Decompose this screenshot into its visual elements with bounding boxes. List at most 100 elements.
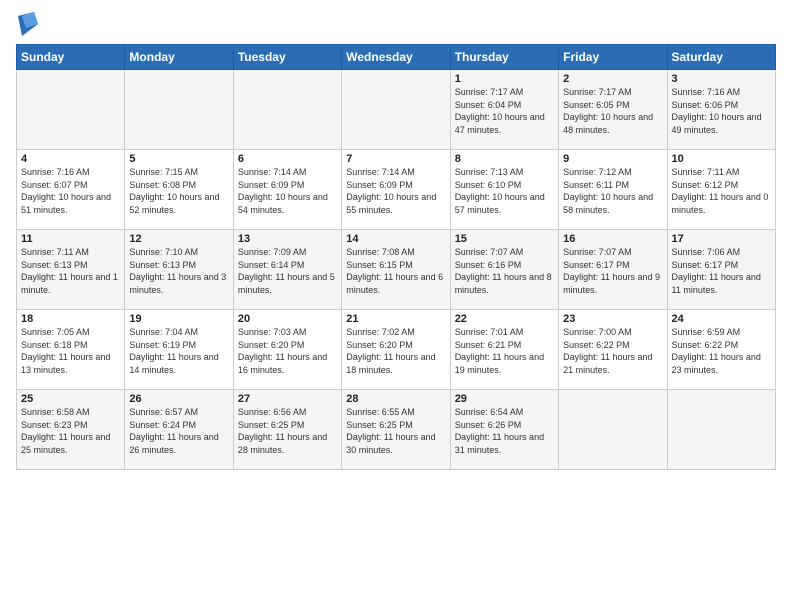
calendar-cell: 6Sunrise: 7:14 AM Sunset: 6:09 PM Daylig… [233, 150, 341, 230]
day-info: Sunrise: 7:16 AM Sunset: 6:07 PM Dayligh… [21, 166, 120, 216]
calendar-cell: 3Sunrise: 7:16 AM Sunset: 6:06 PM Daylig… [667, 70, 775, 150]
calendar-cell [17, 70, 125, 150]
day-number: 12 [129, 233, 228, 245]
day-number: 3 [672, 73, 771, 85]
day-number: 13 [238, 233, 337, 245]
calendar-cell: 11Sunrise: 7:11 AM Sunset: 6:13 PM Dayli… [17, 230, 125, 310]
calendar-cell: 8Sunrise: 7:13 AM Sunset: 6:10 PM Daylig… [450, 150, 558, 230]
week-row-3: 18Sunrise: 7:05 AM Sunset: 6:18 PM Dayli… [17, 310, 776, 390]
day-info: Sunrise: 7:02 AM Sunset: 6:20 PM Dayligh… [346, 326, 445, 376]
page: SundayMondayTuesdayWednesdayThursdayFrid… [0, 0, 792, 478]
calendar-cell: 12Sunrise: 7:10 AM Sunset: 6:13 PM Dayli… [125, 230, 233, 310]
calendar-cell: 5Sunrise: 7:15 AM Sunset: 6:08 PM Daylig… [125, 150, 233, 230]
day-info: Sunrise: 7:16 AM Sunset: 6:06 PM Dayligh… [672, 86, 771, 136]
header-thursday: Thursday [450, 45, 558, 70]
calendar-cell: 24Sunrise: 6:59 AM Sunset: 6:22 PM Dayli… [667, 310, 775, 390]
week-row-0: 1Sunrise: 7:17 AM Sunset: 6:04 PM Daylig… [17, 70, 776, 150]
calendar-cell: 21Sunrise: 7:02 AM Sunset: 6:20 PM Dayli… [342, 310, 450, 390]
day-info: Sunrise: 7:15 AM Sunset: 6:08 PM Dayligh… [129, 166, 228, 216]
day-info: Sunrise: 6:54 AM Sunset: 6:26 PM Dayligh… [455, 406, 554, 456]
day-info: Sunrise: 7:14 AM Sunset: 6:09 PM Dayligh… [346, 166, 445, 216]
calendar-cell: 13Sunrise: 7:09 AM Sunset: 6:14 PM Dayli… [233, 230, 341, 310]
day-info: Sunrise: 7:07 AM Sunset: 6:17 PM Dayligh… [563, 246, 662, 296]
day-number: 18 [21, 313, 120, 325]
calendar-cell: 27Sunrise: 6:56 AM Sunset: 6:25 PM Dayli… [233, 390, 341, 470]
calendar-cell [667, 390, 775, 470]
calendar-cell: 14Sunrise: 7:08 AM Sunset: 6:15 PM Dayli… [342, 230, 450, 310]
header [16, 12, 776, 36]
calendar-table: SundayMondayTuesdayWednesdayThursdayFrid… [16, 44, 776, 470]
header-sunday: Sunday [17, 45, 125, 70]
header-friday: Friday [559, 45, 667, 70]
calendar-cell [125, 70, 233, 150]
day-number: 17 [672, 233, 771, 245]
header-monday: Monday [125, 45, 233, 70]
day-number: 6 [238, 153, 337, 165]
day-info: Sunrise: 6:55 AM Sunset: 6:25 PM Dayligh… [346, 406, 445, 456]
day-number: 5 [129, 153, 228, 165]
week-row-2: 11Sunrise: 7:11 AM Sunset: 6:13 PM Dayli… [17, 230, 776, 310]
day-number: 11 [21, 233, 120, 245]
logo [16, 12, 38, 36]
calendar-cell: 28Sunrise: 6:55 AM Sunset: 6:25 PM Dayli… [342, 390, 450, 470]
day-number: 22 [455, 313, 554, 325]
day-info: Sunrise: 6:57 AM Sunset: 6:24 PM Dayligh… [129, 406, 228, 456]
calendar-cell: 2Sunrise: 7:17 AM Sunset: 6:05 PM Daylig… [559, 70, 667, 150]
calendar-cell: 22Sunrise: 7:01 AM Sunset: 6:21 PM Dayli… [450, 310, 558, 390]
day-info: Sunrise: 6:59 AM Sunset: 6:22 PM Dayligh… [672, 326, 771, 376]
day-number: 20 [238, 313, 337, 325]
day-info: Sunrise: 7:03 AM Sunset: 6:20 PM Dayligh… [238, 326, 337, 376]
calendar-cell: 15Sunrise: 7:07 AM Sunset: 6:16 PM Dayli… [450, 230, 558, 310]
day-info: Sunrise: 7:11 AM Sunset: 6:13 PM Dayligh… [21, 246, 120, 296]
logo-icon [18, 12, 38, 36]
calendar-cell [342, 70, 450, 150]
calendar-cell: 17Sunrise: 7:06 AM Sunset: 6:17 PM Dayli… [667, 230, 775, 310]
day-info: Sunrise: 7:07 AM Sunset: 6:16 PM Dayligh… [455, 246, 554, 296]
calendar-cell: 18Sunrise: 7:05 AM Sunset: 6:18 PM Dayli… [17, 310, 125, 390]
day-number: 27 [238, 393, 337, 405]
calendar-cell: 29Sunrise: 6:54 AM Sunset: 6:26 PM Dayli… [450, 390, 558, 470]
header-wednesday: Wednesday [342, 45, 450, 70]
calendar-cell: 4Sunrise: 7:16 AM Sunset: 6:07 PM Daylig… [17, 150, 125, 230]
day-number: 23 [563, 313, 662, 325]
calendar-cell: 20Sunrise: 7:03 AM Sunset: 6:20 PM Dayli… [233, 310, 341, 390]
day-info: Sunrise: 7:04 AM Sunset: 6:19 PM Dayligh… [129, 326, 228, 376]
day-info: Sunrise: 7:01 AM Sunset: 6:21 PM Dayligh… [455, 326, 554, 376]
calendar-cell: 26Sunrise: 6:57 AM Sunset: 6:24 PM Dayli… [125, 390, 233, 470]
day-number: 19 [129, 313, 228, 325]
day-number: 8 [455, 153, 554, 165]
week-row-1: 4Sunrise: 7:16 AM Sunset: 6:07 PM Daylig… [17, 150, 776, 230]
day-number: 25 [21, 393, 120, 405]
day-info: Sunrise: 7:12 AM Sunset: 6:11 PM Dayligh… [563, 166, 662, 216]
calendar-cell: 1Sunrise: 7:17 AM Sunset: 6:04 PM Daylig… [450, 70, 558, 150]
header-saturday: Saturday [667, 45, 775, 70]
day-info: Sunrise: 7:05 AM Sunset: 6:18 PM Dayligh… [21, 326, 120, 376]
day-number: 14 [346, 233, 445, 245]
calendar-cell [559, 390, 667, 470]
day-info: Sunrise: 7:11 AM Sunset: 6:12 PM Dayligh… [672, 166, 771, 216]
day-number: 9 [563, 153, 662, 165]
day-number: 29 [455, 393, 554, 405]
calendar-cell [233, 70, 341, 150]
day-info: Sunrise: 6:58 AM Sunset: 6:23 PM Dayligh… [21, 406, 120, 456]
calendar-cell: 19Sunrise: 7:04 AM Sunset: 6:19 PM Dayli… [125, 310, 233, 390]
calendar-cell: 7Sunrise: 7:14 AM Sunset: 6:09 PM Daylig… [342, 150, 450, 230]
calendar-cell: 25Sunrise: 6:58 AM Sunset: 6:23 PM Dayli… [17, 390, 125, 470]
day-info: Sunrise: 6:56 AM Sunset: 6:25 PM Dayligh… [238, 406, 337, 456]
calendar-body: 1Sunrise: 7:17 AM Sunset: 6:04 PM Daylig… [17, 70, 776, 470]
day-number: 24 [672, 313, 771, 325]
calendar-header: SundayMondayTuesdayWednesdayThursdayFrid… [17, 45, 776, 70]
week-row-4: 25Sunrise: 6:58 AM Sunset: 6:23 PM Dayli… [17, 390, 776, 470]
calendar-cell: 9Sunrise: 7:12 AM Sunset: 6:11 PM Daylig… [559, 150, 667, 230]
day-number: 10 [672, 153, 771, 165]
day-info: Sunrise: 7:10 AM Sunset: 6:13 PM Dayligh… [129, 246, 228, 296]
day-info: Sunrise: 7:13 AM Sunset: 6:10 PM Dayligh… [455, 166, 554, 216]
calendar-cell: 23Sunrise: 7:00 AM Sunset: 6:22 PM Dayli… [559, 310, 667, 390]
day-number: 15 [455, 233, 554, 245]
header-row: SundayMondayTuesdayWednesdayThursdayFrid… [17, 45, 776, 70]
calendar-cell: 10Sunrise: 7:11 AM Sunset: 6:12 PM Dayli… [667, 150, 775, 230]
day-info: Sunrise: 7:17 AM Sunset: 6:04 PM Dayligh… [455, 86, 554, 136]
day-number: 26 [129, 393, 228, 405]
day-number: 7 [346, 153, 445, 165]
day-number: 16 [563, 233, 662, 245]
